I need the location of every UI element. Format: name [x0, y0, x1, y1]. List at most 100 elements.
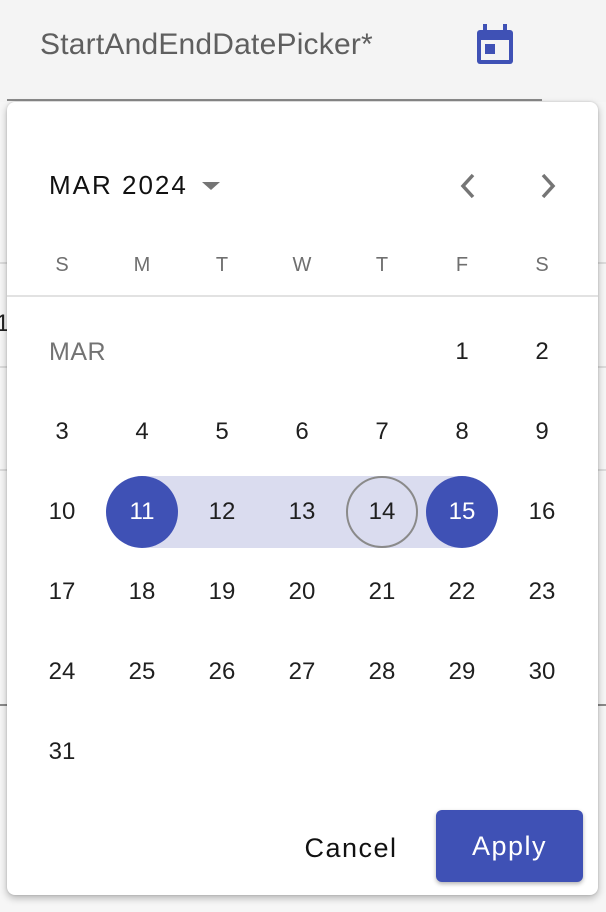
calendar-week-row: 31	[22, 712, 582, 792]
cancel-button[interactable]: Cancel	[286, 820, 416, 876]
weekday-label: T	[215, 254, 229, 276]
day-cell: 25	[102, 632, 182, 712]
apply-button[interactable]: Apply	[436, 810, 583, 882]
date-range-field[interactable]: StartAndEndDatePicker*	[0, 0, 606, 102]
day-cell: 16	[502, 472, 582, 552]
calendar-week-row: 3456789	[22, 392, 582, 472]
day-cell: 31	[22, 712, 102, 792]
day-button[interactable]: 28	[346, 636, 418, 708]
calendar-week-row: 17 18 19 20 21 22 23	[22, 552, 582, 632]
day-button[interactable]: 31	[26, 716, 98, 788]
field-label: StartAndEndDatePicker*	[40, 28, 373, 61]
range-start-day[interactable]: 11	[106, 476, 178, 548]
day-cell: 5	[182, 392, 262, 472]
day-button[interactable]: 8	[426, 396, 498, 468]
day-cell: 10	[22, 472, 102, 552]
day-button[interactable]: 2	[506, 316, 578, 388]
day-button[interactable]: 30	[506, 636, 578, 708]
day-button[interactable]: 29	[426, 636, 498, 708]
day-cell: 22	[422, 552, 502, 632]
day-cell: 26	[182, 632, 262, 712]
calendar-grid: 1 2 3 4 5 6 7 8 9 10 11 12 13 14 15 16 17 18 19 20 21 22 23 24 2…	[22, 312, 582, 792]
day-cell: 19	[182, 552, 262, 632]
day-cell: 20	[262, 552, 342, 632]
day-button[interactable]: 19	[186, 556, 258, 628]
day-button[interactable]: 6	[266, 396, 338, 468]
day-button[interactable]: 4	[106, 396, 178, 468]
day-button[interactable]: 1	[426, 316, 498, 388]
day-button[interactable]: 9	[506, 396, 578, 468]
day-button[interactable]: 18	[106, 556, 178, 628]
day-cell: 24	[22, 632, 102, 712]
calendar-week-row: 12	[22, 312, 582, 392]
day-cell: 8	[422, 392, 502, 472]
caret-down-icon	[201, 181, 220, 190]
empty-cell	[102, 712, 182, 792]
weekday-divider	[7, 295, 598, 297]
day-cell: 9	[502, 392, 582, 472]
day-button[interactable]: 7	[346, 396, 418, 468]
day-cell: 7	[342, 392, 422, 472]
day-button[interactable]: 10	[26, 476, 98, 548]
day-button[interactable]: 21	[346, 556, 418, 628]
day-button[interactable]: 17	[26, 556, 98, 628]
month-year-selector[interactable]: MAR 2024	[49, 170, 220, 201]
weekday-label: F	[455, 254, 469, 276]
chevron-left-icon	[460, 173, 475, 199]
day-button[interactable]: 5	[186, 396, 258, 468]
day-cell: 21	[342, 552, 422, 632]
day-button[interactable]: 22	[426, 556, 498, 628]
day-cell: 18	[102, 552, 182, 632]
weekday-label: T	[375, 254, 389, 276]
day-cell: 14	[342, 472, 422, 552]
day-cell: 17	[22, 552, 102, 632]
day-cell: 15	[422, 472, 502, 552]
day-button[interactable]: 23	[506, 556, 578, 628]
day-cell: 30	[502, 632, 582, 712]
day-cell: 4	[102, 392, 182, 472]
chevron-right-icon	[541, 173, 556, 199]
day-cell: 27	[262, 632, 342, 712]
empty-cell	[262, 712, 342, 792]
empty-cell	[262, 312, 342, 392]
day-cell: 29	[422, 632, 502, 712]
empty-cell	[22, 312, 102, 392]
empty-cell	[182, 312, 262, 392]
day-button[interactable]: 16	[506, 476, 578, 548]
day-cell: 2	[502, 312, 582, 392]
day-button[interactable]: 25	[106, 636, 178, 708]
day-cell: 1	[422, 312, 502, 392]
calendar-week-row: 24 25 26 27 28 29 30	[22, 632, 582, 712]
weekday-label: W	[292, 254, 312, 276]
day-cell: 3	[22, 392, 102, 472]
day-button[interactable]: 20	[266, 556, 338, 628]
empty-cell	[422, 712, 502, 792]
previous-month-button[interactable]	[448, 166, 488, 206]
day-button[interactable]: 3	[26, 396, 98, 468]
calendar-icon[interactable]	[475, 24, 515, 66]
day-button[interactable]: 26	[186, 636, 258, 708]
date-range-picker-popup: MAR 2024 S M T W T F S MAR 1 2 3 4 5 6 7 8 9 10 11…	[7, 102, 598, 895]
empty-cell	[502, 712, 582, 792]
day-cell: 11	[102, 472, 182, 552]
empty-cell	[342, 712, 422, 792]
empty-cell	[102, 312, 182, 392]
weekday-header: S M T W T F S	[22, 254, 582, 277]
day-button[interactable]: 24	[26, 636, 98, 708]
next-month-button[interactable]	[528, 166, 568, 206]
day-cell: 23	[502, 552, 582, 632]
day-cell: 6	[262, 392, 342, 472]
day-cell: 12	[182, 472, 262, 552]
day-button[interactable]: 27	[266, 636, 338, 708]
today-day[interactable]: 14	[346, 476, 418, 548]
weekday-label: S	[55, 254, 69, 276]
day-button[interactable]: 13	[266, 476, 338, 548]
empty-cell	[182, 712, 262, 792]
day-cell: 28	[342, 632, 422, 712]
calendar-week-row: 10 11 12 13 14 15 16	[22, 472, 582, 552]
day-cell: 13	[262, 472, 342, 552]
day-button[interactable]: 12	[186, 476, 258, 548]
empty-cell	[342, 312, 422, 392]
range-end-day[interactable]: 15	[426, 476, 498, 548]
field-underline	[7, 99, 542, 101]
